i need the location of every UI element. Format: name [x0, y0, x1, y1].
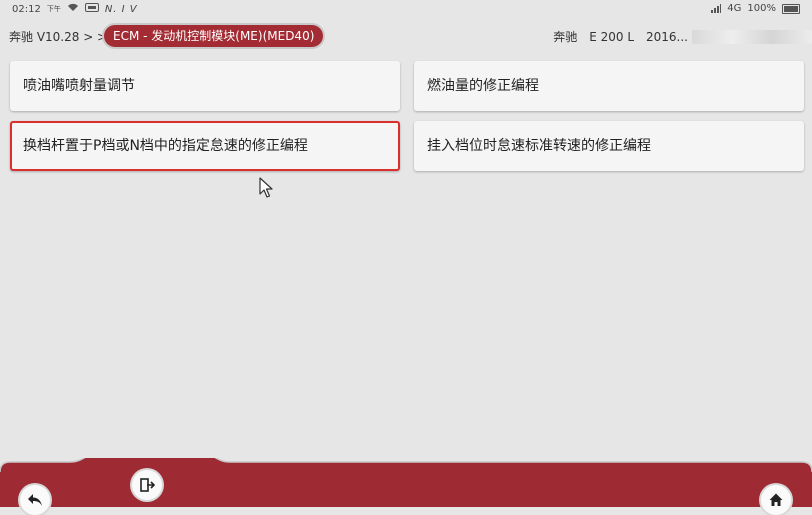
vin-blurred: [692, 29, 812, 44]
battery-percent: 100%: [747, 3, 776, 14]
vehicle-year: 2016...: [646, 29, 688, 44]
home-button[interactable]: [761, 485, 791, 515]
back-arrow-icon: [28, 494, 42, 506]
breadcrumb-brand-version[interactable]: 奔驰 V10.28 > >: [9, 28, 107, 45]
bottom-toolbar-background: [0, 458, 812, 507]
back-button[interactable]: [20, 485, 50, 515]
bottom-toolbar: [0, 458, 812, 515]
mouse-cursor-icon: [259, 177, 273, 198]
home-icon: [769, 493, 783, 506]
function-button-fuel-quantity-correction[interactable]: 燃油量的修正编程: [414, 61, 804, 111]
function-button-idle-speed-p-n-correction[interactable]: 换档杆置于P档或N档中的指定怠速的修正编程: [10, 121, 400, 171]
wifi-icon: [67, 3, 79, 15]
status-extra-text: N. I V: [104, 3, 138, 15]
status-left: 02:12 下午 N. I V: [12, 3, 138, 15]
status-right: 4G 100%: [711, 3, 800, 14]
vci-icon: [84, 3, 99, 15]
signal-icon: [711, 4, 722, 13]
clock-am-pm: 下午: [46, 5, 61, 13]
vehicle-brand: 奔驰: [553, 30, 578, 44]
header: 奔驰 V10.28 > > ECM - 发动机控制模块(ME)(MED40) 奔…: [0, 20, 812, 52]
status-bar: 02:12 下午 N. I V 4G 100%: [0, 0, 812, 18]
function-button-injector-quantity[interactable]: 喷油嘴喷射量调节: [10, 61, 400, 111]
battery-icon: [782, 3, 800, 14]
vehicle-info: 奔驰 E 200 L 2016...: [553, 28, 812, 45]
breadcrumb-module[interactable]: ECM - 发动机控制模块(ME)(MED40): [104, 25, 324, 47]
clock-time: 02:12: [12, 3, 41, 15]
vehicle-model: E 200 L: [589, 29, 635, 44]
exit-button[interactable]: [132, 470, 162, 500]
exit-door-icon: [140, 478, 155, 492]
function-button-idle-speed-in-gear-correction[interactable]: 挂入档位时怠速标准转速的修正编程: [414, 121, 804, 171]
network-type: 4G: [727, 3, 742, 14]
